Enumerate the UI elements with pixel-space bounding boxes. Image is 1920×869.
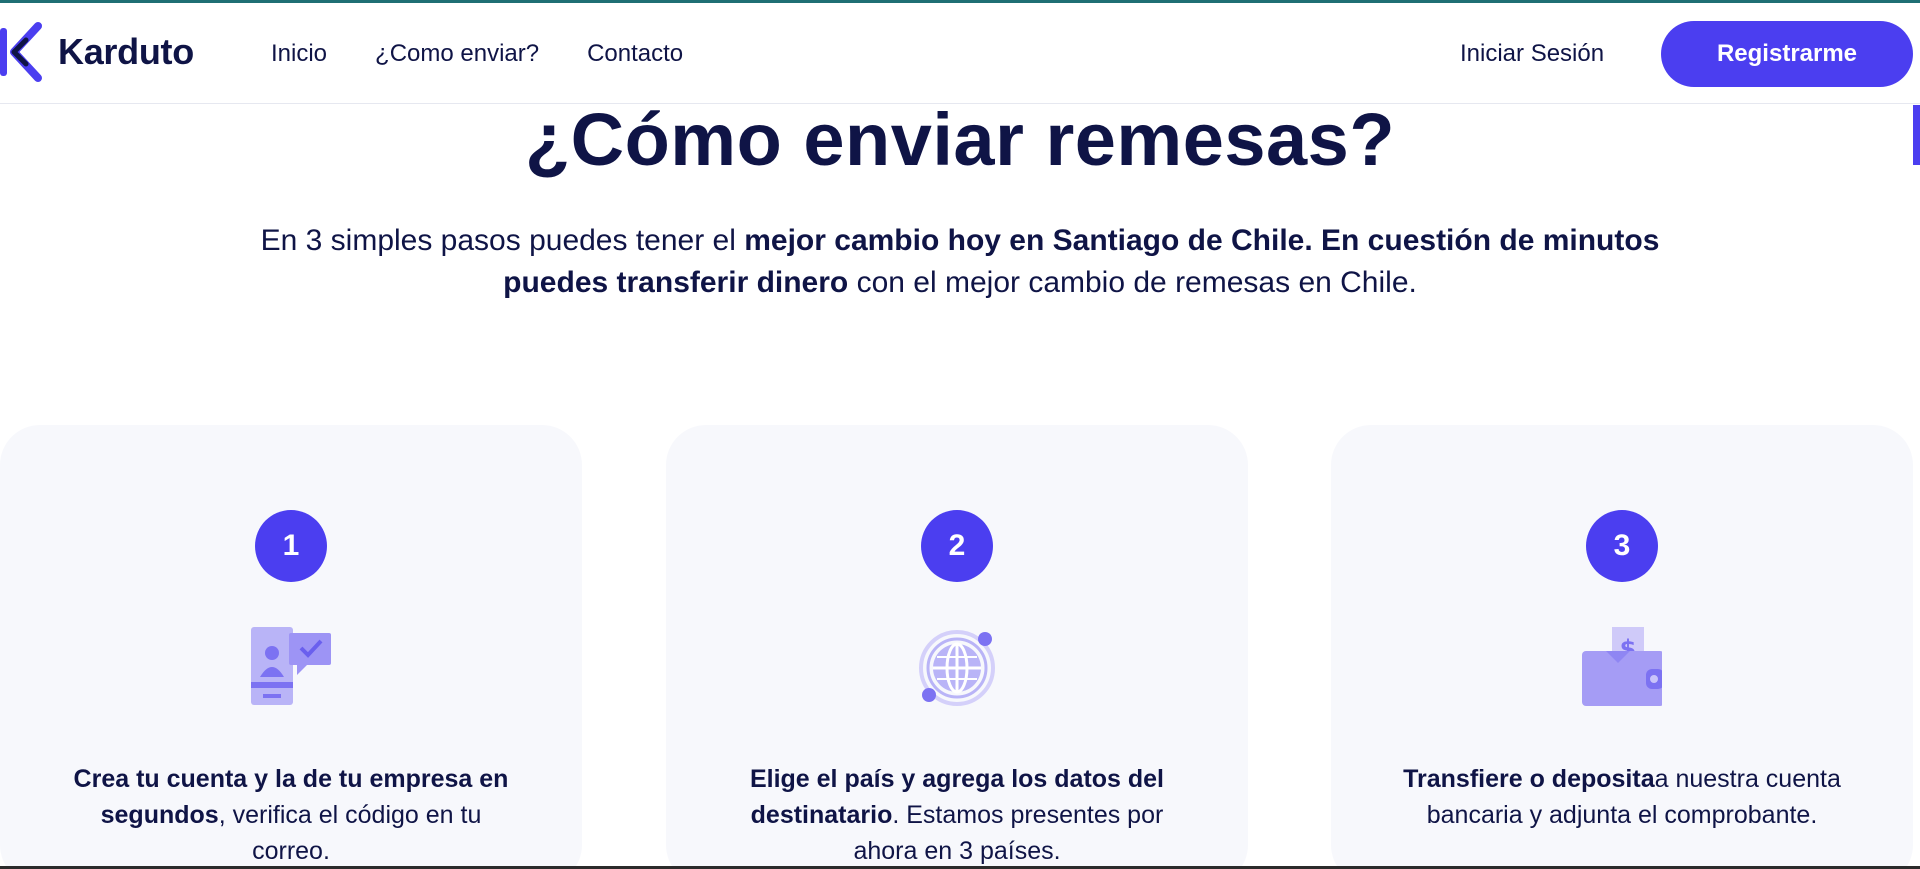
step-number-badge: 1 xyxy=(255,510,327,582)
step-number-badge: 3 xyxy=(1586,510,1658,582)
step-number-badge: 2 xyxy=(921,510,993,582)
user-card-check-icon xyxy=(251,627,331,705)
nav-item-inicio[interactable]: Inicio xyxy=(271,40,327,68)
step-description-rest: , verifica el código en tu correo. xyxy=(218,801,482,865)
brand-name: Karduto xyxy=(58,31,194,72)
karduto-logo-icon xyxy=(0,22,42,82)
register-button[interactable]: Registrarme xyxy=(1661,21,1913,87)
nav-item-contacto[interactable]: Contacto xyxy=(587,40,683,68)
brand-logo[interactable]: Karduto xyxy=(0,20,194,84)
nav-item-como-enviar[interactable]: ¿Como enviar? xyxy=(375,40,539,68)
step-description: Transfiere o depositaa nuestra cuenta ba… xyxy=(1401,761,1843,833)
wallet-dollar-icon: $ xyxy=(1582,627,1662,706)
site-header: Karduto Inicio ¿Como enviar? Contacto In… xyxy=(0,3,1920,104)
step-description-rest: . Estamos presentes por ahora en 3 paíse… xyxy=(853,801,1164,865)
hero-subtitle-part-3: con el mejor cambio de remesas en Chile. xyxy=(848,266,1417,299)
step-description: Elige el país y agrega los datos del des… xyxy=(736,761,1178,869)
main-nav: Inicio ¿Como enviar? Contacto xyxy=(271,3,731,104)
step-card-1: 1 Crea tu cuenta y la de tu empresa en s… xyxy=(0,425,582,869)
globe-orbit-icon xyxy=(919,630,995,706)
step-description-bold: Transfiere o deposita xyxy=(1403,765,1655,793)
hero-subtitle-part-1: En 3 simples pasos puedes tener el xyxy=(260,224,745,257)
hero-subtitle: En 3 simples pasos puedes tener el mejor… xyxy=(260,220,1660,304)
step-card-3: 3 $ Transfiere o depositaa nuestra cuent… xyxy=(1331,425,1913,869)
login-link[interactable]: Iniciar Sesión xyxy=(1460,3,1604,104)
step-description: Crea tu cuenta y la de tu empresa en seg… xyxy=(70,761,512,869)
step-card-2: 2 Elige el país y agrega los datos del d… xyxy=(666,425,1248,869)
page-title: ¿Cómo enviar remesas? xyxy=(524,98,1396,181)
